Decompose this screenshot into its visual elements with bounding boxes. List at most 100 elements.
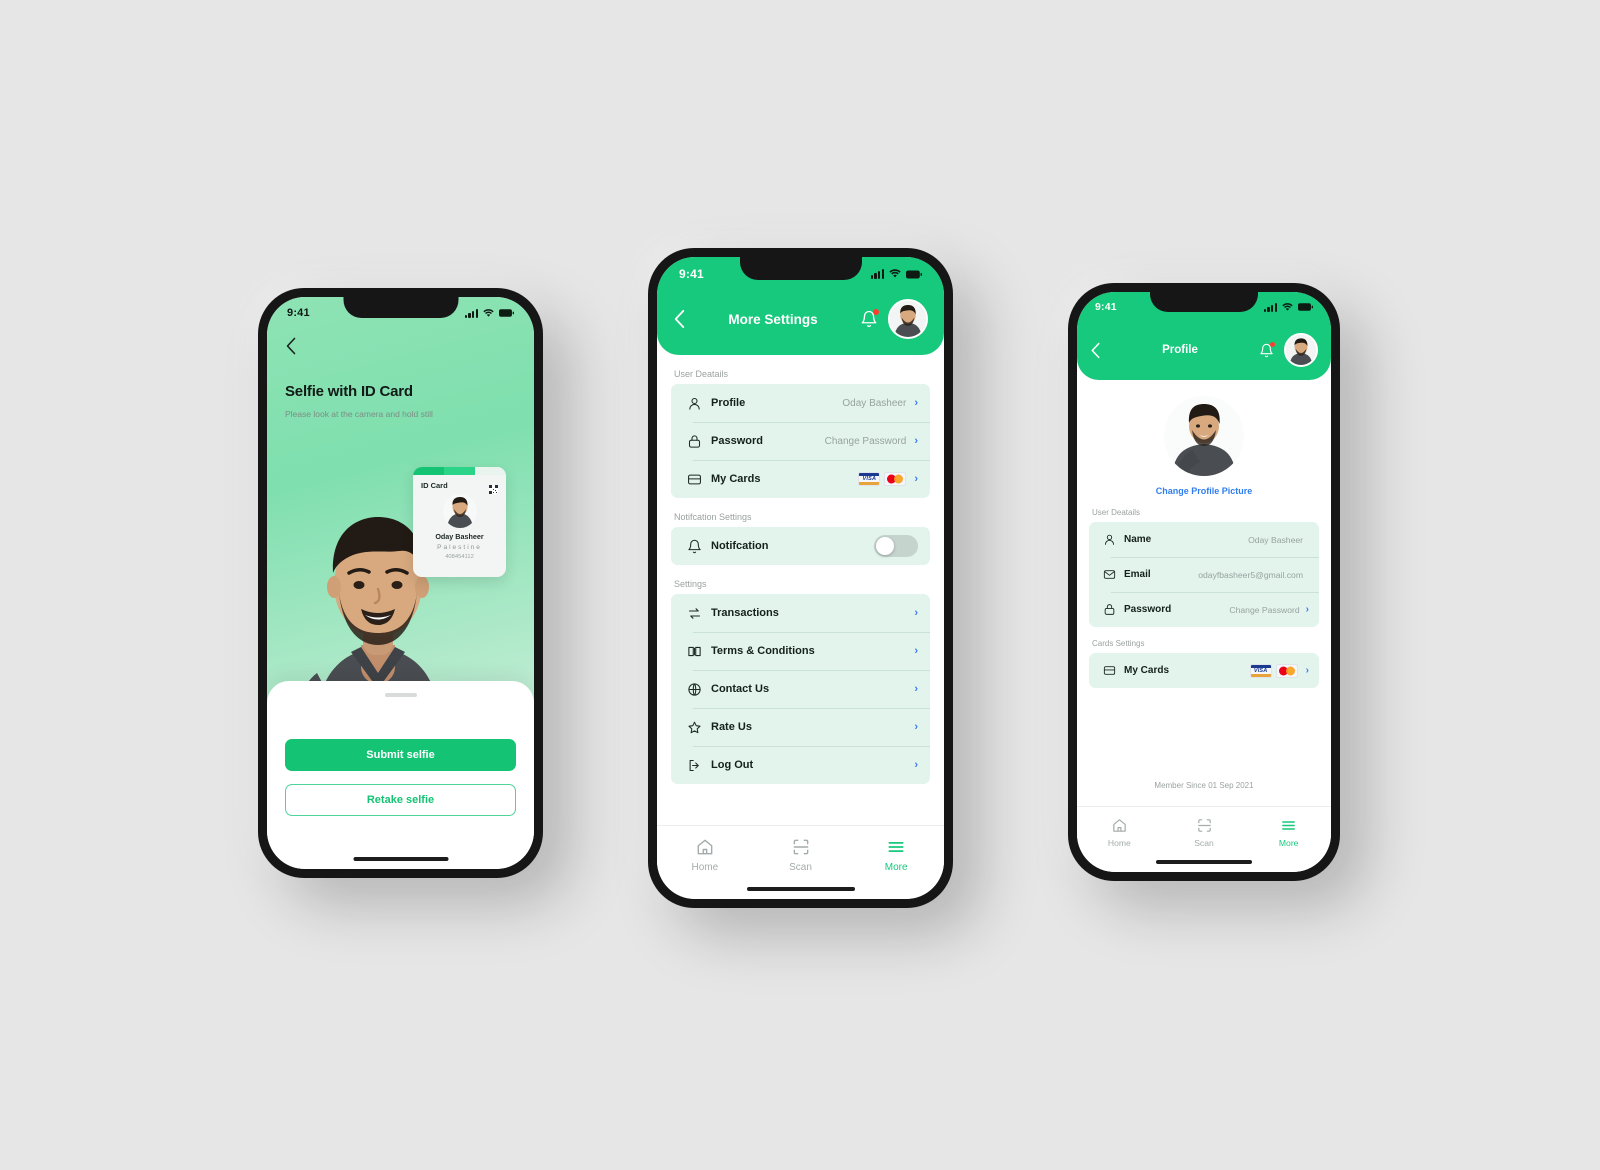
row-terms-conditions[interactable]: Terms & Conditions › [671,632,930,670]
qr-code-icon [489,481,498,494]
row-label: Name [1124,534,1152,545]
row-label: Notifcation [711,540,769,552]
chevron-right-icon: › [1305,665,1309,676]
person-icon [683,392,705,414]
row-label: Contact Us [711,683,770,695]
chevron-left-icon [286,337,296,355]
phone-mockup-selfie: 9:41 Selfie with ID Card Please look at … [258,288,543,878]
section-label-settings: Settings [674,579,707,589]
chevron-right-icon: › [914,683,918,695]
row-name[interactable]: Name Oday Basheer [1089,522,1319,557]
row-label: Terms & Conditions [711,645,815,657]
chevron-right-icon: › [914,645,918,657]
member-since-text: Member Since 01 Sep 2021 [1154,781,1254,790]
wifi-icon [889,269,901,279]
page-title: Profile [1162,344,1198,356]
profile-content: Change Profile Picture User Deatails Nam… [1077,380,1331,806]
retake-selfie-button[interactable]: Retake selfie [285,784,516,816]
row-log-out[interactable]: Log Out › [671,746,930,784]
id-card-header: ID Card [413,475,506,494]
globe-icon [683,678,705,700]
tab-label: Home [691,861,719,873]
action-sheet: Submit selfie Retake selfie [267,681,534,869]
status-time: 9:41 [287,307,310,319]
chevron-right-icon: › [914,759,918,771]
group-user-details: Profile Oday Basheer › Password Change P… [671,384,930,498]
page-title: Selfie with ID Card [285,383,413,400]
tab-label: Home [1107,838,1131,848]
row-my-cards[interactable]: My Cards VISA › [671,460,930,498]
id-card-stripe [413,467,506,475]
page-subtitle: Please look at the camera and hold still [285,409,433,419]
device-notch [739,257,862,280]
row-value: Change Password [1229,604,1300,615]
back-button[interactable] [673,309,686,329]
bell-icon [683,535,705,557]
notifications-button[interactable] [860,309,879,328]
row-my-cards[interactable]: My Cards VISA › [1089,653,1319,688]
tab-home[interactable]: Home [657,837,753,873]
row-label: Transactions [711,607,779,619]
row-contact-us[interactable]: Contact Us › [671,670,930,708]
mastercard-logo [884,472,907,486]
row-email[interactable]: Email odayfbasheer5@gmail.com [1089,557,1319,592]
home-indicator [746,886,855,891]
device-notch [1150,292,1258,312]
row-value: Oday Basheer [842,397,907,409]
section-label-user-details: User Deatails [674,369,729,379]
user-avatar-illustration [890,301,926,337]
sheet-grab-handle[interactable] [384,693,417,697]
person-icon [1099,530,1119,550]
battery-icon [1298,303,1313,311]
back-button[interactable] [1090,342,1101,359]
menu-icon [888,841,904,852]
credit-card-icon [1099,661,1119,681]
screen-selfie-with-id-card: 9:41 Selfie with ID Card Please look at … [267,297,534,869]
home-icon [1113,819,1126,832]
home-indicator [1156,860,1252,864]
row-password[interactable]: Password Change Password › [671,422,930,460]
chevron-right-icon: › [914,607,918,619]
card-logos: VISA [1249,663,1298,678]
id-card-label: ID Card [421,481,448,490]
visa-logo: VISA [858,472,881,486]
submit-selfie-button[interactable]: Submit selfie [285,739,516,771]
section-label-user-details: User Deatails [1092,508,1141,517]
group-cards-settings: My Cards VISA › [1089,653,1319,688]
tab-more[interactable]: More [848,837,944,873]
notification-toggle[interactable] [874,535,918,557]
lock-icon [683,430,705,452]
chevron-right-icon: › [914,435,918,447]
tab-scan[interactable]: Scan [753,837,849,873]
user-avatar-illustration [1286,335,1316,365]
avatar[interactable] [1284,333,1318,367]
tab-label: Scan [1194,838,1214,848]
row-rate-us[interactable]: Rate Us › [671,708,930,746]
signal-icon [870,269,884,279]
change-profile-picture-link[interactable]: Change Profile Picture [1089,486,1319,496]
profile-avatar-illustration [1164,396,1244,476]
section-label-notification-settings: Notifcation Settings [674,512,752,522]
avatar[interactable] [888,299,928,339]
home-icon [697,839,713,854]
lock-icon [1099,600,1119,620]
tab-scan[interactable]: Scan [1162,817,1247,848]
status-icons [870,269,922,279]
row-profile[interactable]: Profile Oday Basheer › [671,384,930,422]
screenshot-canvas: 9:41 Selfie with ID Card Please look at … [0,0,1600,1170]
row-password[interactable]: Password Change Password › [1089,592,1319,627]
notifications-button[interactable] [1259,341,1275,358]
tab-more[interactable]: More [1246,817,1331,848]
tab-home[interactable]: Home [1077,817,1162,848]
row-notification[interactable]: Notifcation [671,527,930,565]
tab-label: More [884,861,908,873]
row-value: Change Password [824,435,907,447]
tab-label: Scan [789,861,812,873]
chevron-right-icon: › [914,721,918,733]
status-icons [464,308,514,318]
row-transactions[interactable]: Transactions › [671,594,930,632]
screen-profile: Profile 9:41 Change Profile Picture User… [1077,292,1331,872]
back-button[interactable] [285,337,297,360]
id-card-country: Palestine [437,544,482,551]
row-label: My Cards [1124,665,1170,676]
